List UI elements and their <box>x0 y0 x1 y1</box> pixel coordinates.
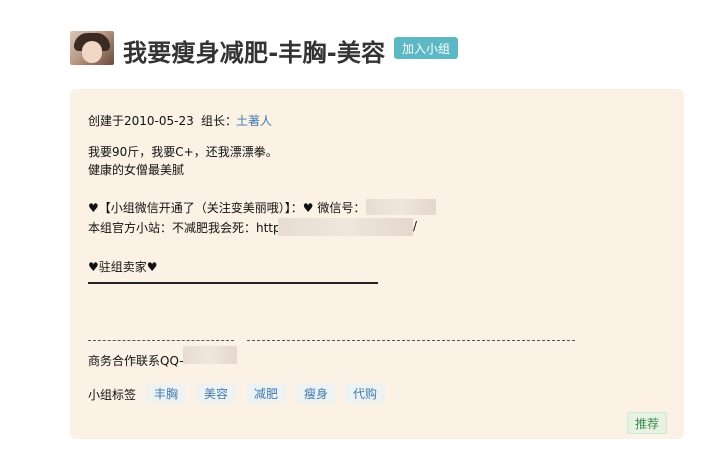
tag-shoushen[interactable]: 瘦身 <box>296 383 337 403</box>
avatar-face <box>82 41 102 63</box>
created-date: 创建于2010-05-23 <box>88 114 194 128</box>
desc-line-site: 本组官方小站：不减肥我会死：http: <box>88 221 285 235</box>
redacted-url <box>278 218 413 236</box>
leader-link[interactable]: 土著人 <box>236 112 272 129</box>
tag-daigou[interactable]: 代购 <box>345 383 386 403</box>
join-group-button[interactable]: 加入小组 <box>394 37 458 59</box>
group-avatar[interactable] <box>70 31 114 65</box>
divider-dashed-2 <box>247 340 575 341</box>
divider-thick <box>88 282 378 284</box>
desc-line-site-tail: / <box>413 219 418 233</box>
group-title: 我要瘦身减肥-丰胸-美容 <box>123 39 386 67</box>
divider-dashed-1 <box>88 340 234 341</box>
leader-label: 组长： <box>201 114 238 128</box>
redacted-wechat <box>366 199 436 215</box>
tags-label: 小组标签 <box>88 388 137 402</box>
tag-fengxiong[interactable]: 丰胸 <box>146 383 187 403</box>
business-contact: 商务合作联系QQ- <box>88 354 184 368</box>
tag-meirong[interactable]: 美容 <box>196 383 237 403</box>
desc-line-wechat: ♥【小组微信开通了（关注变美丽哦）】：♥ 微信号： <box>88 201 366 215</box>
tag-jianfei[interactable]: 减肥 <box>246 383 287 403</box>
desc-line-sellers: ♥驻组卖家♥ <box>88 260 158 274</box>
recommend-button[interactable]: 推荐 <box>627 412 667 434</box>
desc-line-1: 我要90斤，我要C+，还我漂漂拳。 <box>88 145 278 159</box>
desc-line-2: 健康的女僧最美腻 <box>88 163 185 177</box>
redacted-qq <box>183 346 237 364</box>
